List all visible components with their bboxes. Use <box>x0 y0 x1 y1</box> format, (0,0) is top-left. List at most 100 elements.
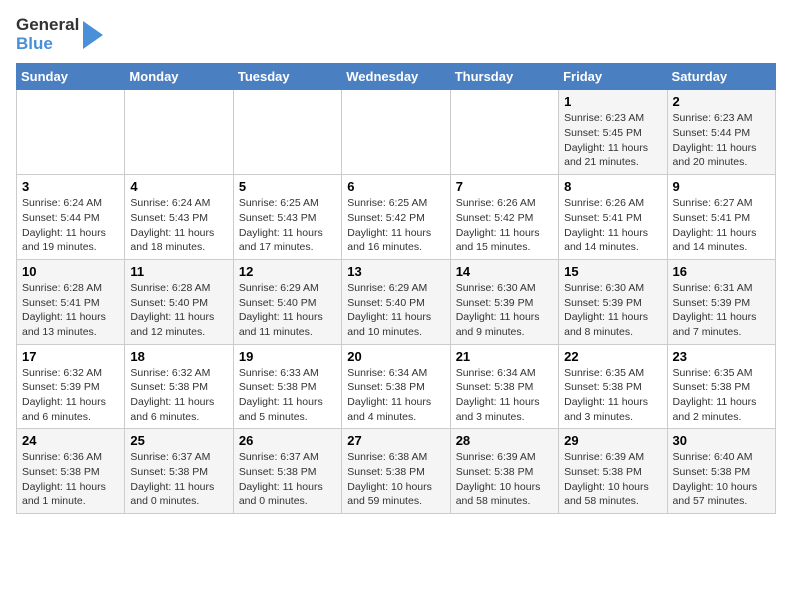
week-row-1: 1 Sunrise: 6:23 AMSunset: 5:45 PMDaylight… <box>17 90 776 175</box>
day-number: 5 <box>239 179 336 194</box>
day-number: 7 <box>456 179 553 194</box>
day-number: 16 <box>673 264 770 279</box>
day-number: 18 <box>130 349 227 364</box>
day-info: Sunrise: 6:24 AMSunset: 5:43 PMDaylight:… <box>130 196 227 255</box>
day-info: Sunrise: 6:40 AMSunset: 5:38 PMDaylight:… <box>673 450 770 509</box>
calendar-cell: 12 Sunrise: 6:29 AMSunset: 5:40 PMDayligh… <box>233 259 341 344</box>
day-number: 30 <box>673 433 770 448</box>
column-header-thursday: Thursday <box>450 64 558 90</box>
calendar-cell: 20 Sunrise: 6:34 AMSunset: 5:38 PMDayligh… <box>342 344 450 429</box>
day-number: 11 <box>130 264 227 279</box>
calendar-cell: 26 Sunrise: 6:37 AMSunset: 5:38 PMDayligh… <box>233 429 341 514</box>
day-number: 8 <box>564 179 661 194</box>
calendar-cell: 1 Sunrise: 6:23 AMSunset: 5:45 PMDaylight… <box>559 90 667 175</box>
day-info: Sunrise: 6:25 AMSunset: 5:43 PMDaylight:… <box>239 196 336 255</box>
week-row-2: 3Sunrise: 6:24 AMSunset: 5:44 PMDaylight… <box>17 175 776 260</box>
calendar-cell <box>342 90 450 175</box>
day-info: Sunrise: 6:28 AMSunset: 5:40 PMDaylight:… <box>130 281 227 340</box>
day-number: 1 <box>564 94 661 109</box>
day-info: Sunrise: 6:37 AMSunset: 5:38 PMDaylight:… <box>239 450 336 509</box>
calendar-cell: 14 Sunrise: 6:30 AMSunset: 5:39 PMDayligh… <box>450 259 558 344</box>
logo-chevron-icon <box>79 17 107 53</box>
logo: General Blue <box>16 16 107 53</box>
calendar-cell: 22 Sunrise: 6:35 AMSunset: 5:38 PMDayligh… <box>559 344 667 429</box>
calendar-cell: 29 Sunrise: 6:39 AMSunset: 5:38 PMDayligh… <box>559 429 667 514</box>
day-info: Sunrise: 6:23 AMSunset: 5:44 PMDaylight:… <box>673 111 770 170</box>
column-header-saturday: Saturday <box>667 64 775 90</box>
day-number: 22 <box>564 349 661 364</box>
week-row-3: 10 Sunrise: 6:28 AMSunset: 5:41 PMDayligh… <box>17 259 776 344</box>
calendar-cell: 11 Sunrise: 6:28 AMSunset: 5:40 PMDayligh… <box>125 259 233 344</box>
day-number: 13 <box>347 264 444 279</box>
logo-text-general: General <box>16 16 79 35</box>
calendar-cell <box>233 90 341 175</box>
day-info: Sunrise: 6:26 AMSunset: 5:42 PMDaylight:… <box>456 196 553 255</box>
day-number: 12 <box>239 264 336 279</box>
day-info: Sunrise: 6:37 AMSunset: 5:38 PMDaylight:… <box>130 450 227 509</box>
day-number: 2 <box>673 94 770 109</box>
day-number: 27 <box>347 433 444 448</box>
calendar-cell: 19 Sunrise: 6:33 AMSunset: 5:38 PMDayligh… <box>233 344 341 429</box>
calendar-cell: 3Sunrise: 6:24 AMSunset: 5:44 PMDaylight… <box>17 175 125 260</box>
calendar-cell: 24 Sunrise: 6:36 AMSunset: 5:38 PMDayligh… <box>17 429 125 514</box>
day-number: 21 <box>456 349 553 364</box>
calendar-cell <box>125 90 233 175</box>
day-number: 15 <box>564 264 661 279</box>
calendar-cell: 25Sunrise: 6:37 AMSunset: 5:38 PMDayligh… <box>125 429 233 514</box>
calendar-cell: 5 Sunrise: 6:25 AMSunset: 5:43 PMDaylight… <box>233 175 341 260</box>
day-number: 9 <box>673 179 770 194</box>
day-number: 24 <box>22 433 119 448</box>
calendar-cell: 27 Sunrise: 6:38 AMSunset: 5:38 PMDayligh… <box>342 429 450 514</box>
week-row-4: 17Sunrise: 6:32 AMSunset: 5:39 PMDayligh… <box>17 344 776 429</box>
calendar-cell: 30 Sunrise: 6:40 AMSunset: 5:38 PMDayligh… <box>667 429 775 514</box>
calendar-cell: 17Sunrise: 6:32 AMSunset: 5:39 PMDayligh… <box>17 344 125 429</box>
day-info: Sunrise: 6:33 AMSunset: 5:38 PMDaylight:… <box>239 366 336 425</box>
day-info: Sunrise: 6:30 AMSunset: 5:39 PMDaylight:… <box>456 281 553 340</box>
day-info: Sunrise: 6:29 AMSunset: 5:40 PMDaylight:… <box>239 281 336 340</box>
calendar-cell: 18 Sunrise: 6:32 AMSunset: 5:38 PMDayligh… <box>125 344 233 429</box>
calendar-cell: 2 Sunrise: 6:23 AMSunset: 5:44 PMDaylight… <box>667 90 775 175</box>
day-info: Sunrise: 6:23 AMSunset: 5:45 PMDaylight:… <box>564 111 661 170</box>
day-number: 29 <box>564 433 661 448</box>
day-info: Sunrise: 6:24 AMSunset: 5:44 PMDaylight:… <box>22 196 119 255</box>
day-info: Sunrise: 6:39 AMSunset: 5:38 PMDaylight:… <box>564 450 661 509</box>
column-header-monday: Monday <box>125 64 233 90</box>
day-number: 17 <box>22 349 119 364</box>
calendar-cell <box>17 90 125 175</box>
day-info: Sunrise: 6:26 AMSunset: 5:41 PMDaylight:… <box>564 196 661 255</box>
day-info: Sunrise: 6:32 AMSunset: 5:38 PMDaylight:… <box>130 366 227 425</box>
calendar-cell: 4 Sunrise: 6:24 AMSunset: 5:43 PMDaylight… <box>125 175 233 260</box>
day-number: 20 <box>347 349 444 364</box>
calendar-cell: 23Sunrise: 6:35 AMSunset: 5:38 PMDayligh… <box>667 344 775 429</box>
column-header-sunday: Sunday <box>17 64 125 90</box>
day-number: 4 <box>130 179 227 194</box>
day-number: 6 <box>347 179 444 194</box>
column-header-wednesday: Wednesday <box>342 64 450 90</box>
day-number: 26 <box>239 433 336 448</box>
day-info: Sunrise: 6:27 AMSunset: 5:41 PMDaylight:… <box>673 196 770 255</box>
day-info: Sunrise: 6:38 AMSunset: 5:38 PMDaylight:… <box>347 450 444 509</box>
day-info: Sunrise: 6:35 AMSunset: 5:38 PMDaylight:… <box>564 366 661 425</box>
day-info: Sunrise: 6:36 AMSunset: 5:38 PMDaylight:… <box>22 450 119 509</box>
day-info: Sunrise: 6:25 AMSunset: 5:42 PMDaylight:… <box>347 196 444 255</box>
column-header-friday: Friday <box>559 64 667 90</box>
calendar-cell: 7 Sunrise: 6:26 AMSunset: 5:42 PMDaylight… <box>450 175 558 260</box>
day-info: Sunrise: 6:29 AMSunset: 5:40 PMDaylight:… <box>347 281 444 340</box>
day-number: 19 <box>239 349 336 364</box>
day-number: 10 <box>22 264 119 279</box>
calendar-header-row: SundayMondayTuesdayWednesdayThursdayFrid… <box>17 64 776 90</box>
day-info: Sunrise: 6:31 AMSunset: 5:39 PMDaylight:… <box>673 281 770 340</box>
logo-text-blue: Blue <box>16 35 79 54</box>
day-info: Sunrise: 6:34 AMSunset: 5:38 PMDaylight:… <box>456 366 553 425</box>
day-number: 14 <box>456 264 553 279</box>
calendar-cell: 28Sunrise: 6:39 AMSunset: 5:38 PMDayligh… <box>450 429 558 514</box>
day-info: Sunrise: 6:28 AMSunset: 5:41 PMDaylight:… <box>22 281 119 340</box>
day-info: Sunrise: 6:30 AMSunset: 5:39 PMDaylight:… <box>564 281 661 340</box>
column-header-tuesday: Tuesday <box>233 64 341 90</box>
day-info: Sunrise: 6:34 AMSunset: 5:38 PMDaylight:… <box>347 366 444 425</box>
day-number: 23 <box>673 349 770 364</box>
calendar-cell: 10 Sunrise: 6:28 AMSunset: 5:41 PMDayligh… <box>17 259 125 344</box>
calendar-cell: 21 Sunrise: 6:34 AMSunset: 5:38 PMDayligh… <box>450 344 558 429</box>
page-header: General Blue <box>16 16 776 53</box>
calendar-cell: 15 Sunrise: 6:30 AMSunset: 5:39 PMDayligh… <box>559 259 667 344</box>
